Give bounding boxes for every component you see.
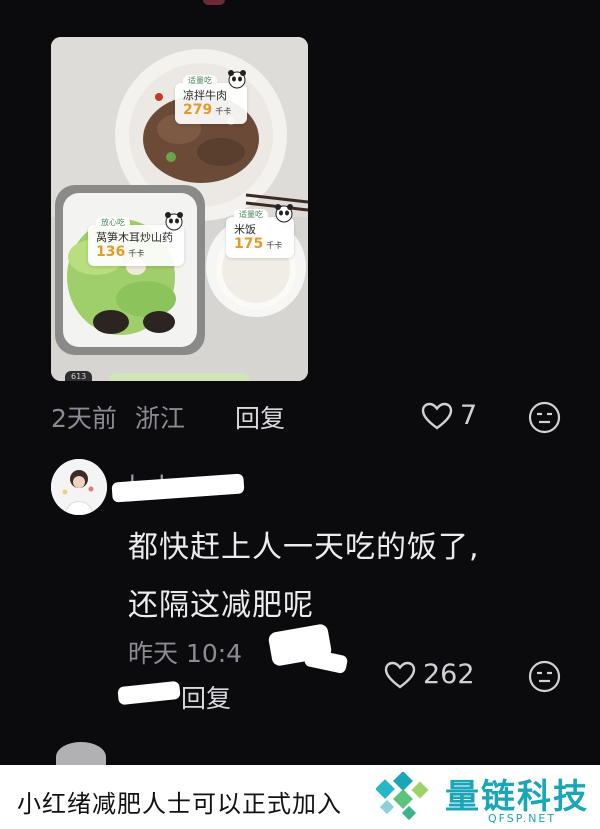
calorie-unit: 千卡 xyxy=(128,249,145,259)
post-location: 浙江 xyxy=(134,404,185,433)
food-calories: 136 xyxy=(96,244,126,261)
heart-icon xyxy=(421,402,453,429)
photo-footer-bar xyxy=(109,373,249,381)
food-name: 米饭 xyxy=(234,223,256,236)
commenter-avatar[interactable] xyxy=(51,459,107,515)
food-label-beef[interactable]: 适量吃 凉拌牛肉 279 千卡 xyxy=(175,70,247,124)
comment-time: 昨天 10:4 xyxy=(128,639,243,668)
food-calories: 175 xyxy=(234,236,264,253)
brand-logo-icon xyxy=(376,772,429,821)
like-count: 262 xyxy=(423,659,475,690)
panda-icon xyxy=(228,70,246,89)
food-tag: 适量吃 xyxy=(234,209,268,221)
post-meta: 2天前 浙江 xyxy=(51,399,185,435)
top-icon-fragment xyxy=(203,0,225,5)
food-calories: 279 xyxy=(183,102,213,119)
food-label-rice[interactable]: 适量吃 米饭 175 千卡 xyxy=(226,204,294,258)
comment-like-button[interactable]: 262 xyxy=(383,659,475,690)
emoji-reaction-icon[interactable] xyxy=(528,401,561,434)
comment-text-line-1: 都快赶上人一天吃的饭了, xyxy=(128,530,480,565)
post-reply-button[interactable]: 回复 xyxy=(235,399,285,435)
like-count: 7 xyxy=(460,400,478,431)
avatar-image xyxy=(51,459,107,515)
panda-icon xyxy=(275,204,293,223)
comment-thread: 适量吃 凉拌牛肉 279 千卡 放心吃 莴笋木耳炒山药 136 千卡 适量吃 米… xyxy=(0,0,600,772)
post-photo[interactable]: 适量吃 凉拌牛肉 279 千卡 放心吃 莴笋木耳炒山药 136 千卡 适量吃 米… xyxy=(51,37,308,381)
calorie-unit: 千卡 xyxy=(215,107,232,117)
photo-footer-badge: 613 xyxy=(65,371,93,381)
food-tag: 放心吃 xyxy=(96,217,130,229)
heart-icon xyxy=(384,661,416,688)
panda-icon xyxy=(165,212,183,231)
brand-url: QFSP.NET xyxy=(488,812,557,825)
redaction-scribble xyxy=(303,647,349,675)
caption-text: 小红绪减肥人士可以正式加入 xyxy=(17,790,342,818)
comment-reply-button[interactable]: 回复 xyxy=(181,679,231,715)
emoji-reaction-icon[interactable] xyxy=(528,660,561,693)
food-name: 莴笋木耳炒山药 xyxy=(96,231,173,244)
calorie-unit: 千卡 xyxy=(266,241,283,251)
comment-text-line-2: 还隔这减肥呢 xyxy=(128,588,314,623)
food-name: 凉拌牛肉 xyxy=(183,89,227,102)
post-like-button[interactable]: 7 xyxy=(420,400,477,431)
post-time: 2天前 xyxy=(51,404,117,433)
food-tag: 适量吃 xyxy=(183,75,217,87)
food-label-vegetable[interactable]: 放心吃 莴笋木耳炒山药 136 千卡 xyxy=(88,212,184,266)
brand-name: 量链科技 xyxy=(445,777,589,817)
redaction-scribble xyxy=(117,680,181,706)
